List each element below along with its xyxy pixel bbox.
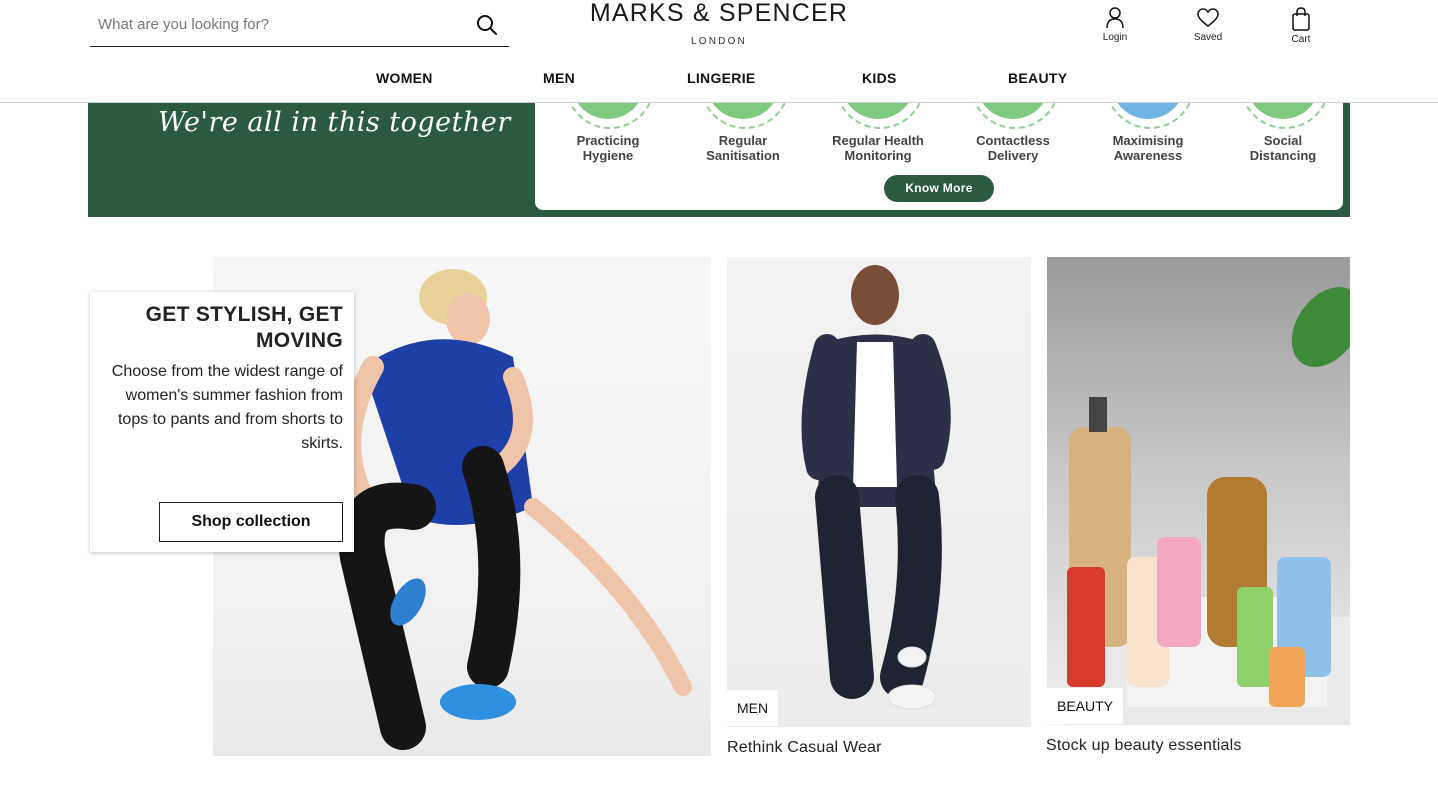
nav-item-men[interactable]: MEN — [543, 70, 575, 86]
saved-label: Saved — [1193, 32, 1223, 43]
saved-button[interactable]: Saved — [1178, 6, 1238, 43]
thermometer-icon — [835, 103, 925, 129]
promo-title: GET STYLISH, GET MOVING — [145, 303, 343, 352]
delivery-icon — [970, 103, 1060, 129]
logo-text: MARKS & SPENCER — [589, 0, 849, 27]
nav-item-beauty[interactable]: BEAUTY — [1008, 70, 1067, 86]
beauty-products-illustration — [1067, 287, 1350, 725]
card-tag-men[interactable]: MEN — [727, 690, 779, 726]
measure-line2: Distancing — [1249, 148, 1317, 163]
promo-card: GET STYLISH, GET MOVING Choose from the … — [90, 292, 354, 552]
card-caption-beauty[interactable]: Stock up beauty essentials — [1046, 737, 1242, 755]
cart-label: Cart — [1291, 34, 1311, 45]
awareness-icon — [1105, 103, 1195, 129]
bag-icon — [1271, 6, 1331, 32]
user-icon — [1085, 6, 1145, 30]
search-icon[interactable] — [475, 13, 499, 37]
measure-contactless-delivery: Contactless Delivery — [948, 103, 1078, 163]
shop-collection-button[interactable]: Shop collection — [159, 502, 343, 542]
cart-button[interactable]: Cart — [1271, 6, 1331, 45]
beauty-card-image[interactable] — [1047, 257, 1350, 725]
nav-item-lingerie[interactable]: LINGERIE — [687, 70, 756, 86]
measure-regular-sanitisation: Regular Sanitisation — [678, 103, 808, 163]
safety-measures-panel: Practicing Hygiene Regular Sanitisation Re… — [535, 103, 1343, 210]
measure-line2: Hygiene — [582, 148, 634, 163]
measure-line1: Regular Health — [832, 133, 924, 148]
measure-line2: Sanitisation — [706, 148, 780, 163]
sanitiser-icon — [700, 103, 790, 129]
main-nav: WOMEN MEN LINGERIE KIDS BEAUTY — [0, 70, 1438, 90]
search-input[interactable] — [98, 12, 458, 36]
search-bar — [90, 0, 509, 47]
measure-line1: Maximising — [1112, 133, 1184, 148]
measure-health-monitoring: Regular Health Monitoring — [813, 103, 943, 163]
promo-description: Choose from the widest range of women's … — [111, 363, 343, 452]
heart-icon — [1178, 6, 1238, 30]
measure-line1: Contactless — [976, 133, 1050, 148]
nav-item-women[interactable]: WOMEN — [376, 70, 433, 86]
measure-line2: Monitoring — [844, 148, 912, 163]
safety-banner[interactable]: We're all in this together Practicing Hyg… — [88, 103, 1350, 217]
measure-practicing-hygiene: Practicing Hygiene — [543, 103, 673, 163]
measure-line2: Awareness — [1113, 148, 1183, 163]
know-more-button[interactable]: Know More — [884, 175, 994, 202]
card-tag-beauty[interactable]: BEAUTY — [1047, 688, 1124, 724]
measure-line1: Practicing — [576, 133, 640, 148]
measure-maximising-awareness: Maximising Awareness — [1083, 103, 1213, 163]
measure-line2: Delivery — [987, 148, 1039, 163]
measure-line1: Social — [1263, 133, 1303, 148]
hygiene-icon — [565, 103, 655, 129]
men-card-image[interactable] — [727, 257, 1031, 727]
nav-item-kids[interactable]: KIDS — [862, 70, 897, 86]
site-header: MARKS & SPENCER LONDON Login Saved Cart … — [0, 0, 1438, 103]
login-label: Login — [1102, 32, 1128, 43]
banner-slogan: We're all in this together — [158, 107, 511, 138]
distancing-icon — [1240, 103, 1330, 129]
brand-logo[interactable]: MARKS & SPENCER LONDON — [560, 0, 878, 47]
measure-line1: Regular — [718, 133, 768, 148]
card-caption-men[interactable]: Rethink Casual Wear — [727, 739, 882, 757]
logo-subtext: LONDON — [691, 36, 747, 47]
measure-social-distancing: Social Distancing — [1218, 103, 1348, 163]
man-illustration — [801, 265, 951, 710]
login-button[interactable]: Login — [1085, 6, 1145, 43]
